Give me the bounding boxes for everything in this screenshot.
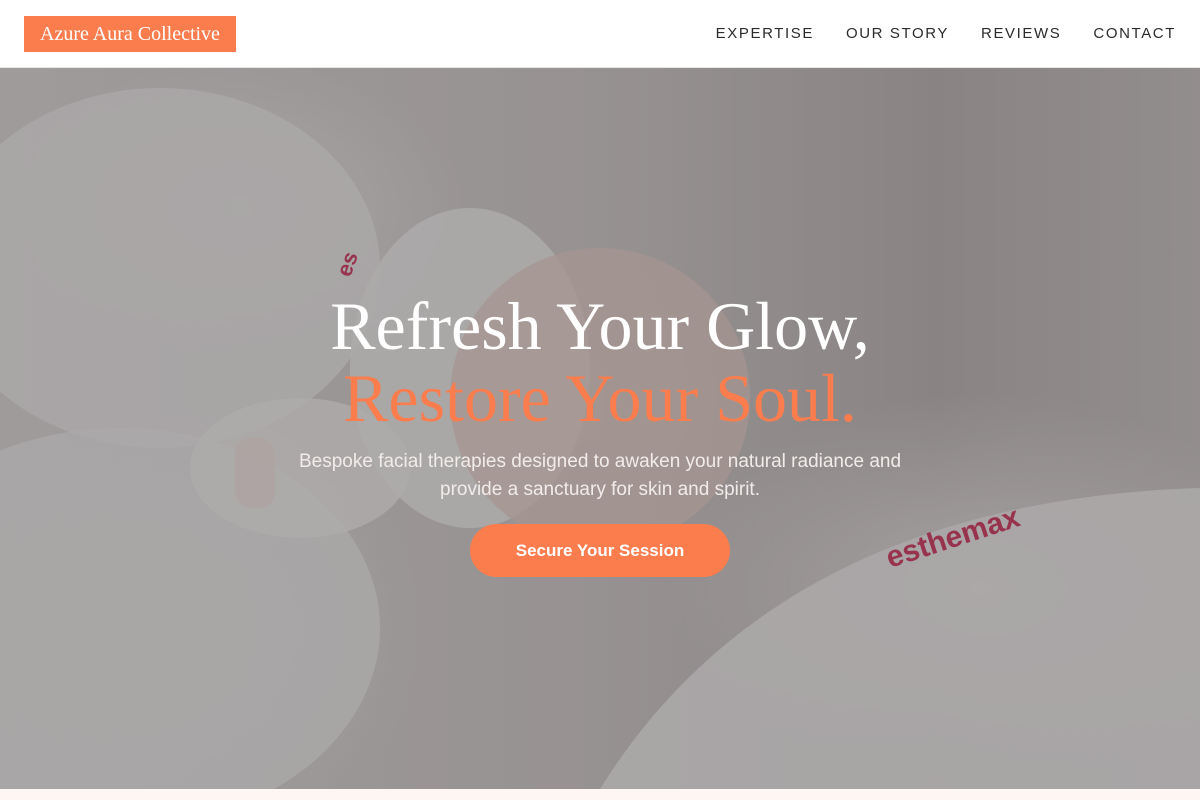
hero-section: es esthemax Refresh Your Glow, Restore Y… <box>0 68 1200 789</box>
top-navbar: Azure Aura Collective EXPERTISE OUR STOR… <box>0 0 1200 68</box>
secure-session-button[interactable]: Secure Your Session <box>470 524 730 577</box>
next-section-edge <box>0 789 1200 800</box>
hero-content: Refresh Your Glow, Restore Your Soul. Be… <box>0 68 1200 789</box>
headline-line-1: Refresh Your Glow, <box>330 288 870 364</box>
nav-link-expertise[interactable]: EXPERTISE <box>716 25 814 42</box>
main-nav: EXPERTISE OUR STORY REVIEWS CONTACT <box>716 25 1176 42</box>
hero-subtext: Bespoke facial therapies designed to awa… <box>298 451 902 500</box>
nav-link-our-story[interactable]: OUR STORY <box>846 25 949 42</box>
nav-link-contact[interactable]: CONTACT <box>1093 25 1176 42</box>
hero-headline: Refresh Your Glow, Restore Your Soul. <box>330 290 870 434</box>
headline-line-2: Restore Your Soul. <box>343 360 857 436</box>
brand-logo[interactable]: Azure Aura Collective <box>24 15 236 52</box>
nav-link-reviews[interactable]: REVIEWS <box>981 25 1061 42</box>
